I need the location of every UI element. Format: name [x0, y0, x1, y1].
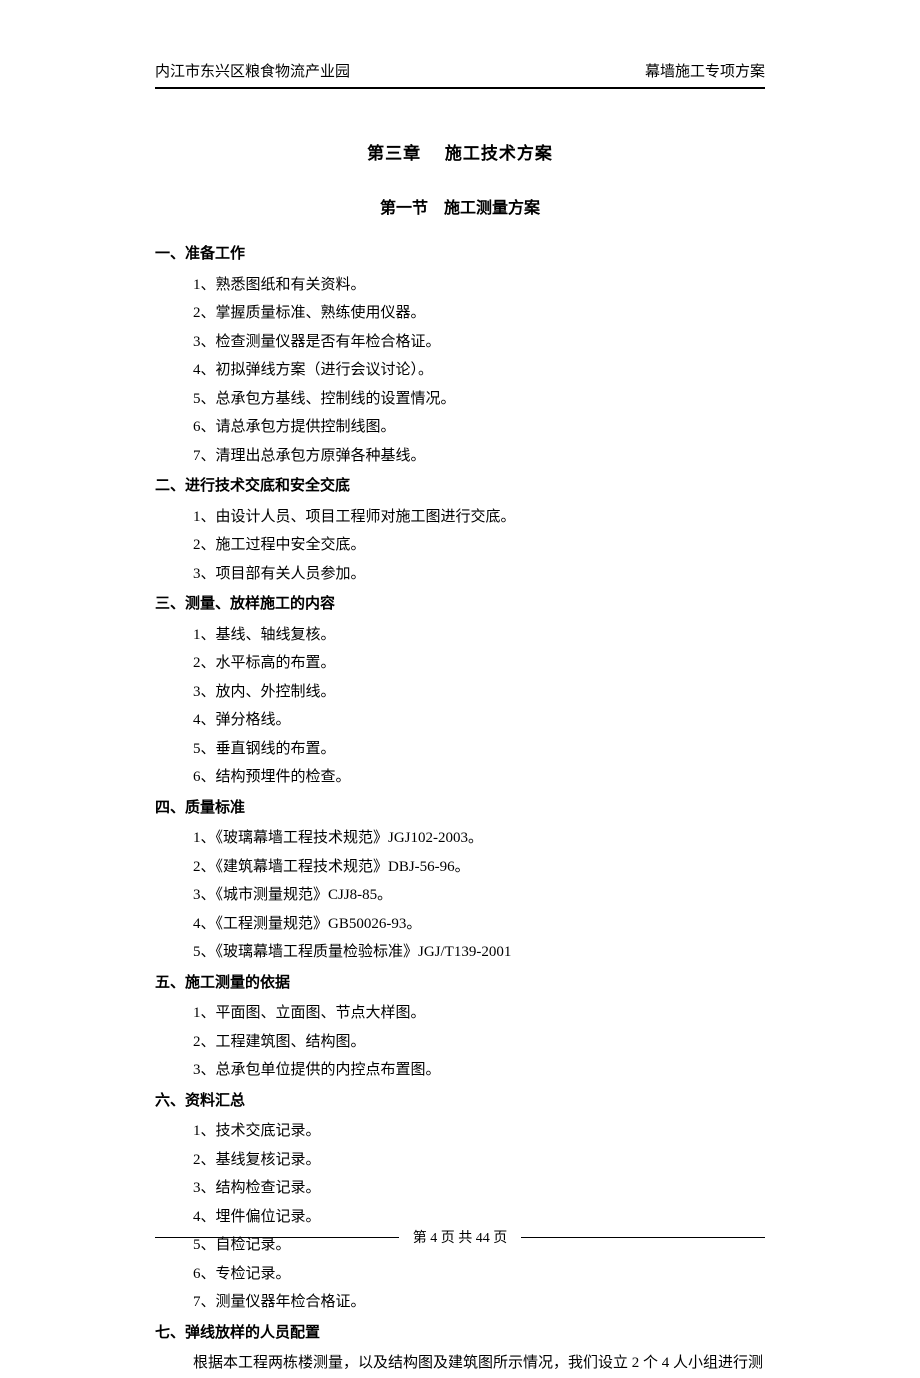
list-item: 6、专检记录。 [155, 1260, 765, 1289]
list-item: 3、《城市测量规范》CJJ8-85。 [155, 881, 765, 910]
list-item: 5、《玻璃幕墙工程质量检验标准》JGJ/T139-2001 [155, 938, 765, 967]
footer-rule-right [521, 1237, 765, 1238]
list-item: 3、总承包单位提供的内控点布置图。 [155, 1056, 765, 1085]
heading-5: 五、施工测量的依据 [155, 969, 765, 998]
footer-rule-left [155, 1237, 399, 1238]
heading-7: 七、弹线放样的人员配置 [155, 1319, 765, 1348]
list-item: 6、结构预埋件的检查。 [155, 763, 765, 792]
page-header: 内江市东兴区粮食物流产业园 幕墙施工专项方案 [155, 60, 765, 81]
list-item: 1、由设计人员、项目工程师对施工图进行交底。 [155, 503, 765, 532]
list-item: 2、水平标高的布置。 [155, 649, 765, 678]
list-item: 7、清理出总承包方原弹各种基线。 [155, 442, 765, 471]
heading-6: 六、资料汇总 [155, 1087, 765, 1116]
list-item: 5、总承包方基线、控制线的设置情况。 [155, 385, 765, 414]
header-left: 内江市东兴区粮食物流产业园 [155, 60, 350, 81]
header-right: 幕墙施工专项方案 [645, 60, 765, 81]
list-item: 7、测量仪器年检合格证。 [155, 1288, 765, 1317]
list-item: 4、《工程测量规范》GB50026-93。 [155, 910, 765, 939]
document-page: 内江市东兴区粮食物流产业园 幕墙施工专项方案 第三章 施工技术方案 第一节 施工… [0, 0, 920, 1378]
list-item: 3、放内、外控制线。 [155, 678, 765, 707]
list-item: 4、弹分格线。 [155, 706, 765, 735]
list-item: 3、结构检查记录。 [155, 1174, 765, 1203]
heading-4: 四、质量标准 [155, 794, 765, 823]
list-item: 1、《玻璃幕墙工程技术规范》JGJ102-2003。 [155, 824, 765, 853]
page-footer: 第 4 页 共 44 页 [155, 1227, 765, 1247]
list-item: 6、请总承包方提供控制线图。 [155, 413, 765, 442]
body-text: 根据本工程两栋楼测量，以及结构图及建筑图所示情况，我们设立 2 个 4 人小组进… [155, 1349, 765, 1378]
header-rule [155, 87, 765, 89]
page-number: 第 4 页 共 44 页 [399, 1227, 522, 1247]
section-title: 第一节 施工测量方案 [155, 194, 765, 218]
list-item: 2、掌握质量标准、熟练使用仪器。 [155, 299, 765, 328]
list-item: 2、工程建筑图、结构图。 [155, 1028, 765, 1057]
list-item: 2、《建筑幕墙工程技术规范》DBJ-56-96。 [155, 853, 765, 882]
list-item: 1、熟悉图纸和有关资料。 [155, 271, 765, 300]
list-item: 5、垂直钢线的布置。 [155, 735, 765, 764]
list-item: 4、初拟弹线方案（进行会议讨论）。 [155, 356, 765, 385]
chapter-title: 第三章 施工技术方案 [155, 139, 765, 164]
list-item: 2、基线复核记录。 [155, 1146, 765, 1175]
heading-2: 二、进行技术交底和安全交底 [155, 472, 765, 501]
list-item: 3、项目部有关人员参加。 [155, 560, 765, 589]
list-item: 1、基线、轴线复核。 [155, 621, 765, 650]
list-item: 2、施工过程中安全交底。 [155, 531, 765, 560]
list-item: 3、检查测量仪器是否有年检合格证。 [155, 328, 765, 357]
heading-1: 一、准备工作 [155, 240, 765, 269]
heading-3: 三、测量、放样施工的内容 [155, 590, 765, 619]
list-item: 1、技术交底记录。 [155, 1117, 765, 1146]
list-item: 1、平面图、立面图、节点大样图。 [155, 999, 765, 1028]
